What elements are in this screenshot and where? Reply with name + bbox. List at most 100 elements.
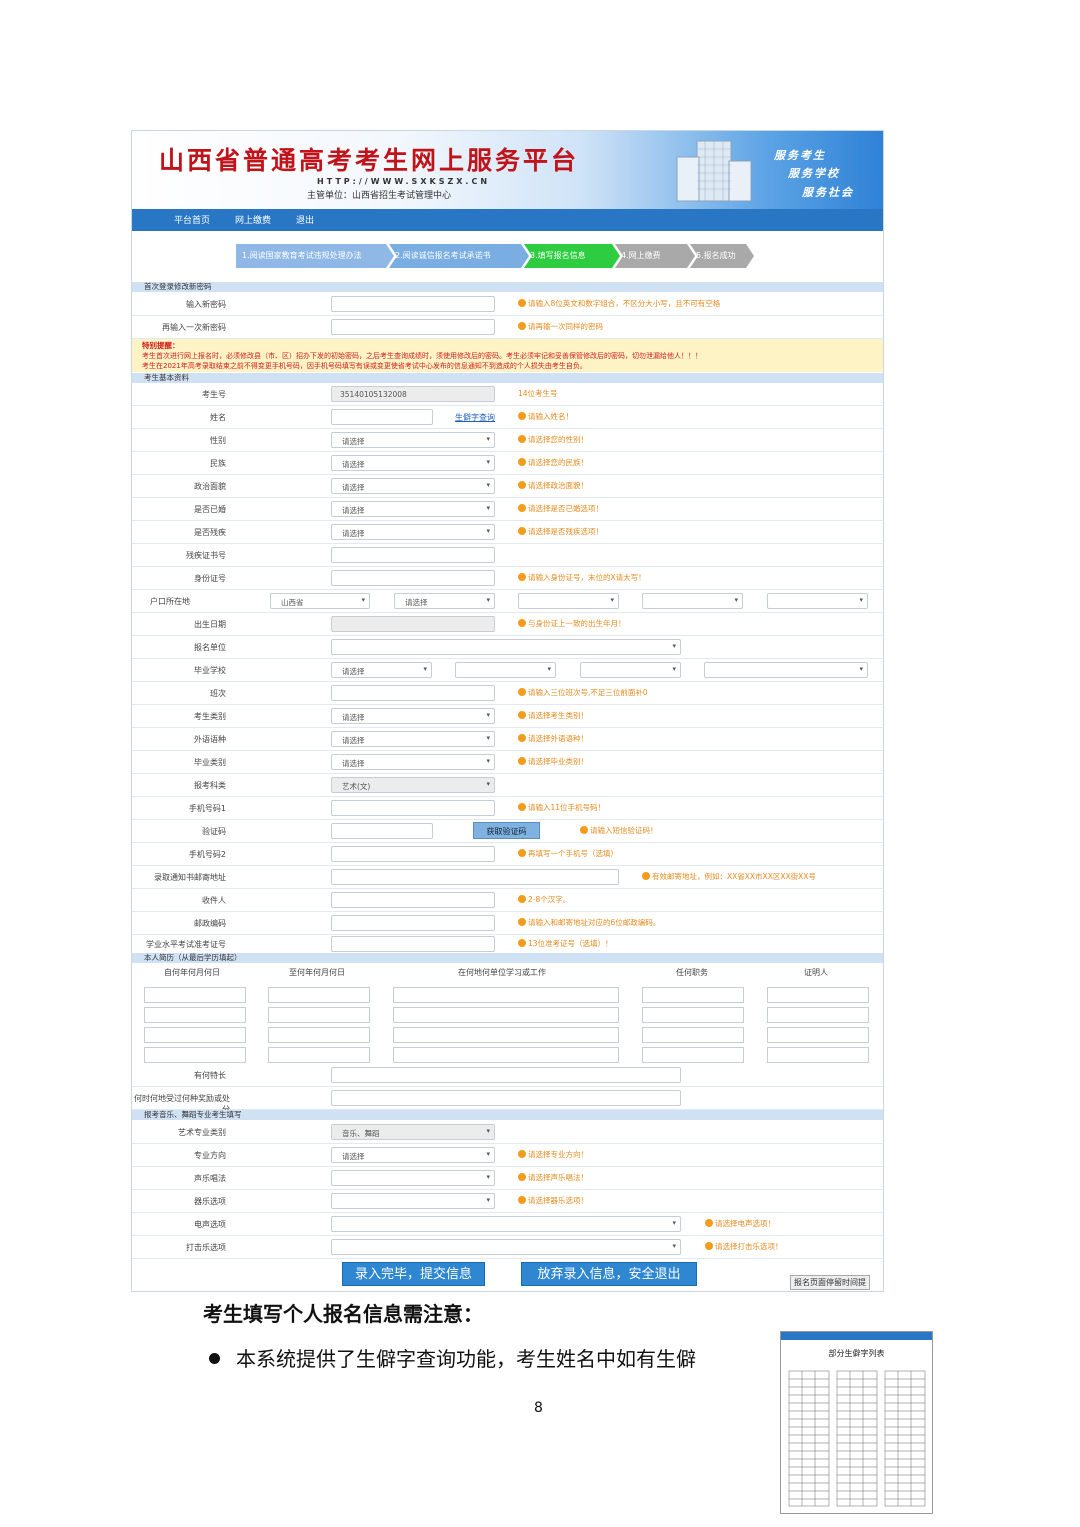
nav-logout[interactable]: 退出: [296, 213, 314, 226]
submit-button[interactable]: 录入完毕，提交信息: [342, 1262, 485, 1286]
xueye-input[interactable]: [331, 936, 495, 952]
resume-cell[interactable]: [767, 1047, 869, 1063]
exam-no-hint: 14位考生号: [518, 389, 558, 398]
phone1-input[interactable]: [331, 800, 495, 816]
address-input[interactable]: [331, 869, 619, 885]
resume-cell[interactable]: [144, 1027, 246, 1043]
nav-home[interactable]: 平台首页: [174, 213, 210, 226]
ethnicity-label: 民族: [210, 459, 226, 468]
step-4: 4.网上缴费: [615, 244, 695, 268]
ethnicity-select[interactable]: 请选择 ▾: [331, 455, 495, 471]
school-select-1[interactable]: 请选择 ▾: [331, 662, 432, 678]
name-input[interactable]: [331, 409, 433, 425]
rare-char-link[interactable]: 生僻字查询: [455, 412, 495, 423]
hukou-city-select[interactable]: 请选择 ▾: [394, 593, 495, 609]
disabled-row: 是否残疾 请选择 ▾ 请选择是否残疾选项！: [132, 521, 883, 544]
hukou-province-select[interactable]: 山西省 ▾: [270, 593, 370, 609]
grad-type-select[interactable]: 请选择 ▾: [331, 754, 495, 770]
disabled-select[interactable]: 请选择 ▾: [331, 524, 495, 540]
resume-cell[interactable]: [393, 1047, 619, 1063]
new-password-input[interactable]: [331, 296, 495, 312]
confirm-password-input[interactable]: [331, 319, 495, 335]
specialty-row: 有何特长: [132, 1064, 883, 1087]
resume-cell[interactable]: [268, 987, 370, 1003]
new-password-label: 输入新密码: [186, 300, 226, 309]
class-input[interactable]: [331, 685, 495, 701]
language-select[interactable]: 请选择 ▾: [331, 731, 495, 747]
school-select-4[interactable]: ▾: [704, 662, 868, 678]
nav-payment[interactable]: 网上缴费: [235, 213, 271, 226]
phone2-hint: 再填写一个手机号（选填）: [518, 848, 618, 859]
xueye-label: 学业水平考试准考证号: [146, 940, 226, 949]
new-password-row: 输入新密码 请输入8位英文和数字组合，不区分大小写，且不可有空格: [132, 293, 883, 316]
slogan-1: 服务考生: [774, 149, 826, 162]
vocal-hint: 请选择声乐唱法！: [518, 1172, 588, 1183]
electric-select[interactable]: ▾: [331, 1216, 681, 1232]
chevron-down-icon: ▾: [486, 527, 490, 535]
electric-label: 电声选项: [194, 1220, 226, 1229]
unit-label: 报名单位: [194, 643, 226, 652]
hukou-village-select[interactable]: ▾: [767, 593, 868, 609]
rare-char-thumbnail: 部分生僻字列表: [780, 1331, 933, 1514]
direction-select[interactable]: 请选择 ▾: [331, 1147, 495, 1163]
exam-no-label: 考生号: [202, 390, 226, 399]
resume-cell[interactable]: [144, 987, 246, 1003]
step-3-current: 3.填写报名信息: [524, 244, 620, 268]
vocal-select[interactable]: ▾: [331, 1170, 495, 1186]
school-select-3[interactable]: ▾: [580, 662, 681, 678]
recipient-input[interactable]: [331, 892, 495, 908]
xueye-row: 学业水平考试准考证号 13位准考证号（选填）！: [132, 935, 883, 954]
hukou-county-select[interactable]: ▾: [518, 593, 619, 609]
resume-cell[interactable]: [144, 1047, 246, 1063]
award-input[interactable]: [331, 1090, 681, 1106]
id-input[interactable]: [331, 570, 495, 586]
resume-cell[interactable]: [642, 987, 744, 1003]
resume-cell[interactable]: [393, 1027, 619, 1043]
ethnicity-row: 民族 请选择 ▾ 请选择您的民族！: [132, 452, 883, 475]
disabled-label: 是否残疾: [194, 528, 226, 537]
resume-cell[interactable]: [268, 1047, 370, 1063]
resume-cell[interactable]: [393, 987, 619, 1003]
resume-cell[interactable]: [393, 1007, 619, 1023]
get-code-button[interactable]: 获取验证码: [473, 822, 540, 839]
disability-cert-label: 残疾证书号: [186, 551, 226, 560]
cancel-exit-button[interactable]: 放弃录入信息，安全退出: [521, 1262, 697, 1286]
resume-cell[interactable]: [642, 1047, 744, 1063]
unit-select[interactable]: ▾: [331, 639, 681, 655]
postcode-input[interactable]: [331, 915, 495, 931]
resume-cell[interactable]: [642, 1027, 744, 1043]
resume-cell[interactable]: [268, 1027, 370, 1043]
exam-no-row: 考生号 35140105132008 14位考生号: [132, 383, 883, 406]
step-1: 1.阅读国家教育考试违规处理办法: [236, 244, 394, 268]
married-select[interactable]: 请选择 ▾: [331, 501, 495, 517]
category-select[interactable]: 请选择 ▾: [331, 708, 495, 724]
hukou-row: 户口所在地 山西省 ▾ 请选择 ▾ ▾ ▾ ▾: [132, 590, 883, 613]
id-hint: 请输入身份证号，末位的X请大写！: [518, 572, 646, 583]
direction-row: 专业方向 请选择 ▾ 请选择专业方向！: [132, 1144, 883, 1167]
gender-select[interactable]: 请选择 ▾: [331, 432, 495, 448]
resume-cell[interactable]: [767, 1007, 869, 1023]
class-hint: 请输入三位班次号,不足三位前面补0: [518, 687, 648, 698]
hukou-town-select[interactable]: ▾: [642, 593, 743, 609]
specialty-input[interactable]: [331, 1067, 681, 1083]
award-row: 何时何地受过何种奖励或处分: [132, 1087, 883, 1114]
resume-cell[interactable]: [144, 1007, 246, 1023]
school-select-2[interactable]: ▾: [455, 662, 556, 678]
disability-cert-input[interactable]: [331, 547, 495, 563]
step-2: 2.阅读诚信报名考试承诺书: [389, 244, 529, 268]
politics-select[interactable]: 请选择 ▾: [331, 478, 495, 494]
sponsor-text: 主管单位：山西省招生考试管理中心: [307, 191, 452, 201]
resume-cell[interactable]: [767, 987, 869, 1003]
art-type-row: 艺术专业类别 音乐、舞蹈 ▾: [132, 1121, 883, 1144]
code-input[interactable]: [331, 823, 433, 839]
percussion-select[interactable]: ▾: [331, 1239, 681, 1255]
phone2-input[interactable]: [331, 846, 495, 862]
resume-cell[interactable]: [268, 1007, 370, 1023]
site-banner: 山西省普通高考考生网上服务平台 HTTP://WWW.SXKSZX.CN 主管单…: [132, 131, 883, 209]
subject-select: 艺术(文) ▾: [331, 777, 495, 793]
art-type-label: 艺术专业类别: [178, 1128, 226, 1137]
resume-cell[interactable]: [767, 1027, 869, 1043]
school-row: 毕业学校 请选择 ▾ ▾ ▾ ▾: [132, 659, 883, 682]
resume-cell[interactable]: [642, 1007, 744, 1023]
instrument-select[interactable]: ▾: [331, 1193, 495, 1209]
